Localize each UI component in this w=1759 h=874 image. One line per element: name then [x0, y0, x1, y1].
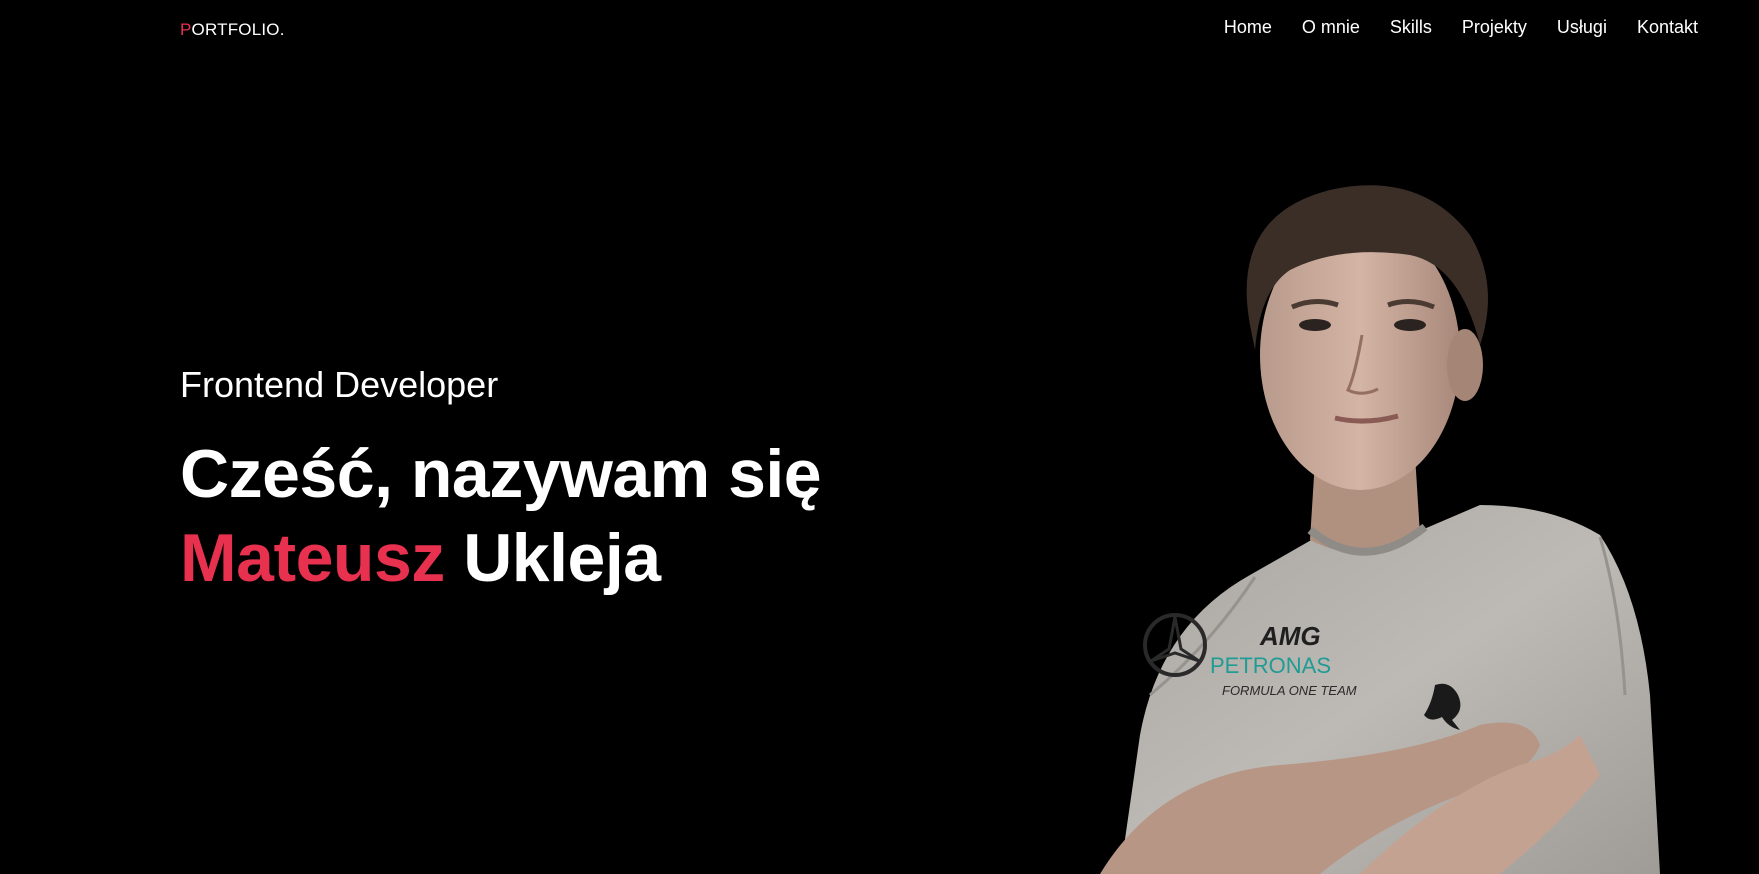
shirt-petronas-text: PETRONAS — [1210, 653, 1331, 678]
hero-subtitle: Frontend Developer — [180, 364, 499, 405]
hero-greeting: Cześć, nazywam się — [180, 436, 822, 512]
nav-link-about[interactable]: O mnie — [1302, 16, 1360, 38]
nav-link-contact[interactable]: Kontakt — [1637, 16, 1698, 38]
hero-headline: Cześć, nazywam się Mateusz Ukleja — [180, 432, 940, 600]
portrait-illustration: AMG PETRONAS FORMULA ONE TEAM — [1100, 185, 1660, 874]
hero-last-name: Ukleja — [463, 520, 661, 596]
nav-link-projects[interactable]: Projekty — [1462, 16, 1527, 38]
main-navigation: Home O mnie Skills Projekty Usługi Konta… — [1224, 16, 1698, 38]
shirt-amg-text: AMG — [1259, 621, 1321, 651]
hero-page: P ORTFOLIO. Home O mnie Skills Projekty U… — [0, 0, 1759, 874]
portrait-photo: AMG PETRONAS FORMULA ONE TEAM — [1080, 175, 1700, 874]
logo-text: ORTFOLIO. — [191, 20, 285, 39]
logo-accent-letter: P — [180, 20, 192, 39]
portfolio-logo[interactable]: P ORTFOLIO. — [180, 20, 285, 40]
nav-link-skills[interactable]: Skills — [1390, 16, 1432, 38]
nav-link-home[interactable]: Home — [1224, 16, 1272, 38]
shirt-team-text: FORMULA ONE TEAM — [1222, 683, 1357, 698]
hero-first-name: Mateusz — [180, 520, 445, 596]
hero-intro: Frontend Developer Cześć, nazywam się Ma… — [180, 362, 940, 600]
nav-link-services[interactable]: Usługi — [1557, 16, 1607, 38]
